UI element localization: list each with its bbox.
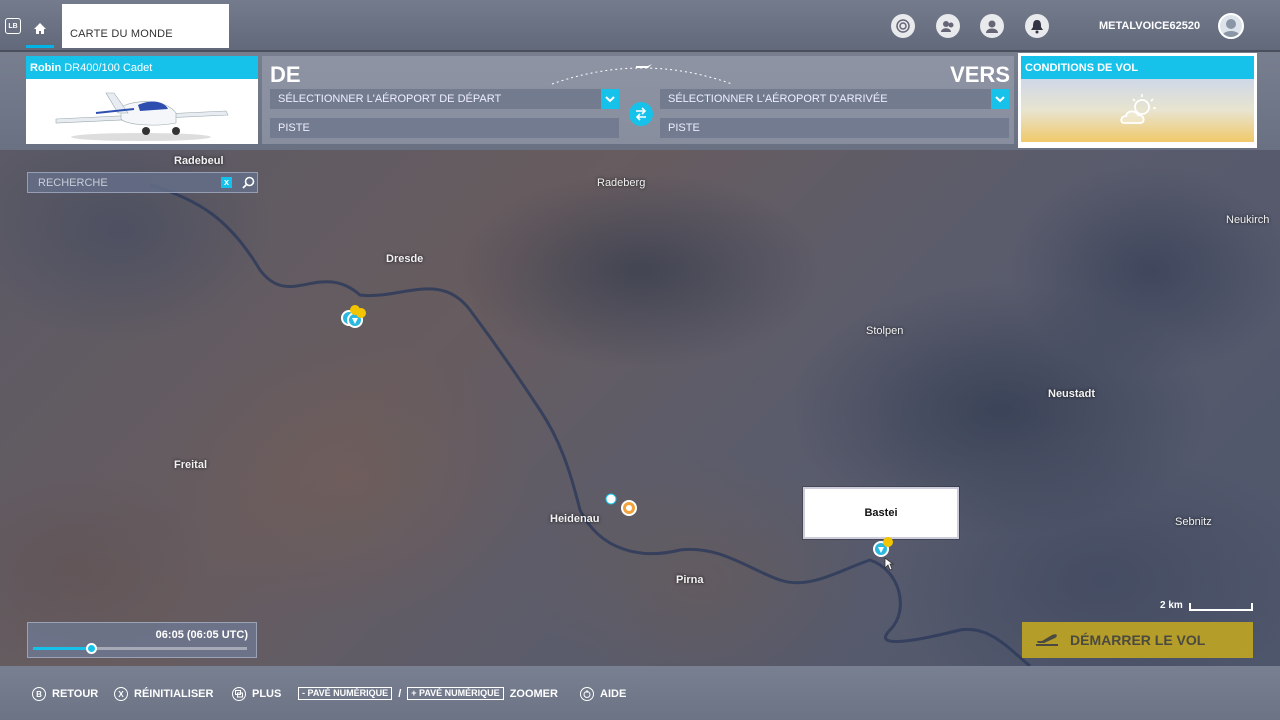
chevron-down-icon[interactable] — [991, 89, 1009, 109]
city-label: Heidenau — [550, 513, 600, 525]
arrival-runway-select[interactable]: PISTE — [660, 118, 1009, 138]
world-map[interactable]: Radebeul Radeberg Neukirch Dresde Stolpe… — [0, 150, 1280, 666]
swap-icon — [635, 107, 647, 121]
city-label: Sebnitz — [1175, 516, 1212, 528]
activity-icon[interactable] — [891, 14, 915, 38]
x-button-icon: X — [114, 687, 128, 701]
partly-cloudy-icon — [1119, 93, 1156, 124]
start-flight-button[interactable]: DÉMARRER LE VOL — [1022, 622, 1253, 658]
city-label: Dresde — [386, 253, 424, 265]
city-label: Radebeul — [174, 155, 224, 167]
reset-label: RÉINITIALISER — [134, 688, 214, 700]
flight-plan-bar: Robin DR400/100 Cadet DE VERS SÉLECTIONN… — [0, 52, 1280, 150]
airport-marker[interactable] — [604, 493, 640, 524]
map-scale-label: 2 km — [1160, 600, 1183, 611]
zoom-action[interactable]: - PAVÉ NUMÉRIQUE / + PAVÉ NUMÉRIQUE ZOOM… — [298, 687, 558, 700]
aircraft-selector[interactable]: Robin DR400/100 Cadet — [26, 56, 258, 144]
bottom-bar: B RETOUR X RÉINITIALISER PLUS - PAVÉ NUM… — [0, 666, 1280, 720]
active-tab-indicator — [26, 45, 54, 48]
departure-runway-select[interactable]: PISTE — [270, 118, 619, 138]
zoom-label: ZOOMER — [509, 687, 558, 700]
city-label: Neustadt — [1048, 388, 1096, 400]
city-label: Stolpen — [866, 325, 904, 337]
start-flight-label: DÉMARRER LE VOL — [1070, 632, 1206, 648]
flight-conditions-card[interactable]: CONDITIONS DE VOL — [1018, 53, 1257, 148]
departure-airport-placeholder: SÉLECTIONNER L'AÉROPORT DE DÉPART — [278, 93, 502, 105]
lb-button-icon[interactable]: LB — [5, 18, 21, 34]
flight-conditions-title: CONDITIONS DE VOL — [1021, 56, 1254, 79]
city-label: Radeberg — [597, 177, 646, 189]
poi-marker-dresden[interactable] — [340, 305, 370, 336]
view-button-icon — [232, 687, 246, 701]
mouse-cursor-icon — [884, 557, 895, 576]
swap-airports-button[interactable] — [629, 102, 653, 126]
map-scale-bar — [1189, 603, 1253, 611]
time-slider-track[interactable] — [33, 643, 247, 654]
more-label: PLUS — [252, 688, 282, 700]
time-slider-fill — [33, 647, 91, 650]
page-title: CARTE DU MONDE — [62, 4, 229, 48]
help-label: AIDE — [600, 688, 627, 700]
home-tab[interactable] — [26, 12, 54, 48]
city-label: Freital — [174, 459, 208, 471]
time-display: 06:05 (06:05 UTC) — [155, 629, 248, 641]
zoom-in-key: + PAVÉ NUMÉRIQUE — [407, 687, 504, 700]
notifications-icon[interactable] — [1025, 14, 1049, 38]
top-bar: LB CARTE DU MONDE METALVOICE62520 — [0, 0, 1280, 50]
takeoff-icon — [1036, 634, 1058, 646]
route-arc — [551, 64, 733, 85]
chevron-down-icon[interactable] — [601, 89, 619, 109]
back-label: RETOUR — [52, 688, 99, 700]
to-label: VERS — [950, 62, 1010, 87]
clear-search-button[interactable]: x — [221, 177, 232, 188]
route-panel: DE VERS SÉLECTIONNER L'AÉROPORT DE DÉPAR… — [262, 56, 1014, 144]
help-button-icon — [580, 687, 594, 701]
arrival-airport-select[interactable]: SÉLECTIONNER L'AÉROPORT D'ARRIVÉE — [660, 89, 1009, 109]
friends-icon[interactable] — [936, 14, 960, 38]
zoom-out-key: - PAVÉ NUMÉRIQUE — [298, 687, 393, 700]
aircraft-name: Robin DR400/100 Cadet — [26, 56, 258, 79]
b-button-icon: B — [32, 687, 46, 701]
home-icon — [34, 23, 46, 34]
more-action[interactable]: PLUS — [232, 687, 281, 701]
time-of-day-panel: 06:05 (06:05 UTC) — [27, 622, 257, 658]
departure-runway-label: PISTE — [278, 122, 310, 134]
city-label: Neukirch — [1226, 214, 1270, 226]
zoom-separator: / — [398, 687, 402, 700]
city-label: Pirna — [676, 574, 704, 586]
arrival-runway-label: PISTE — [668, 122, 700, 134]
profile-icon[interactable] — [980, 14, 1004, 38]
username[interactable]: METALVOICE62520 — [1099, 20, 1200, 32]
back-action[interactable]: B RETOUR — [32, 687, 98, 701]
arrival-airport-placeholder: SÉLECTIONNER L'AÉROPORT D'ARRIVÉE — [668, 93, 888, 105]
aircraft-model: DR400/100 Cadet — [64, 62, 153, 74]
time-slider-handle[interactable] — [85, 643, 97, 654]
weather-preview — [1021, 79, 1254, 142]
aircraft-brand: Robin — [30, 62, 62, 74]
search-box: x — [27, 172, 258, 193]
location-popup[interactable]: Bastei — [803, 487, 959, 539]
search-icon[interactable] — [239, 174, 257, 191]
help-action[interactable]: AIDE — [580, 687, 626, 701]
from-label: DE — [270, 62, 301, 87]
departure-airport-select[interactable]: SÉLECTIONNER L'AÉROPORT DE DÉPART — [270, 89, 619, 109]
avatar[interactable] — [1218, 13, 1244, 39]
elbe-river — [149, 183, 1031, 666]
search-input[interactable] — [28, 173, 218, 192]
reset-action[interactable]: X RÉINITIALISER — [114, 687, 213, 701]
aircraft-image — [55, 92, 229, 141]
